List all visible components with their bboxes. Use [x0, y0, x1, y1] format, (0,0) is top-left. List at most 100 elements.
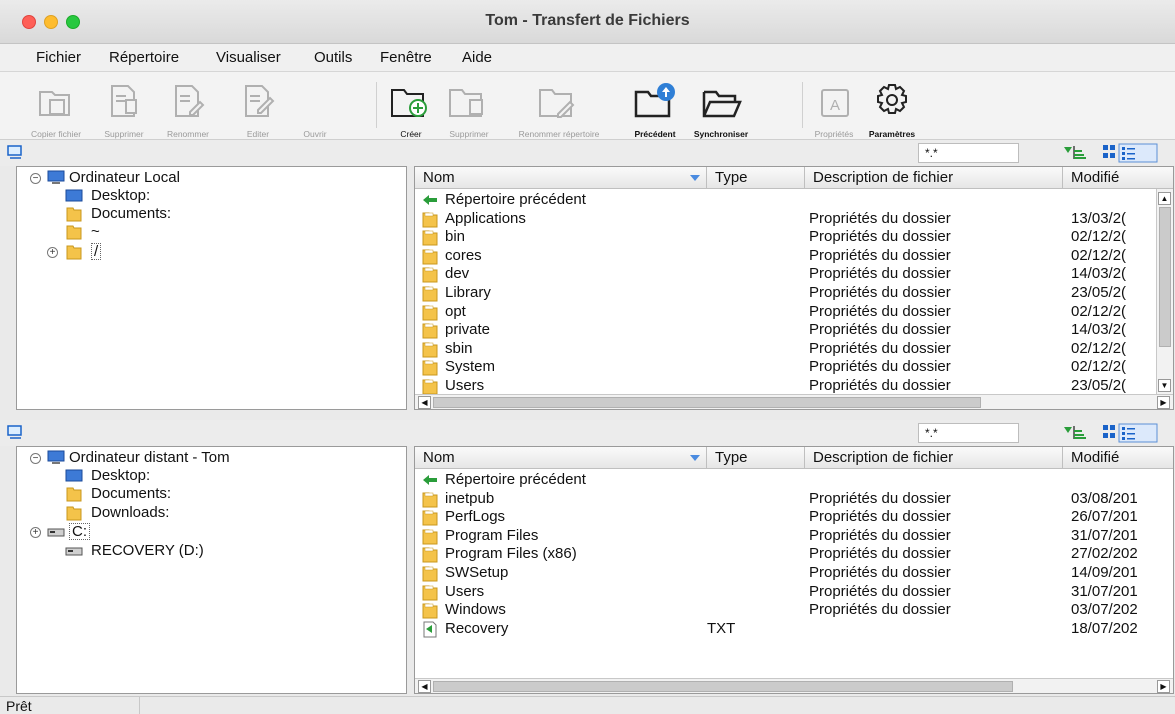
sort-tree-icon[interactable]: [1062, 423, 1088, 441]
file-modified: 03/07/202: [1071, 601, 1138, 619]
tree-item-desktop[interactable]: Desktop:: [17, 187, 397, 205]
file-description: Propriétés du dossier: [809, 358, 951, 376]
local-filter-input[interactable]: *.*: [918, 143, 1019, 163]
expand-icon[interactable]: +: [30, 527, 41, 538]
detail-view-icon[interactable]: [1118, 423, 1158, 443]
previous-folder-button[interactable]: Précédent: [632, 80, 678, 139]
icon-view-icon[interactable]: [1102, 423, 1116, 441]
col-header-type[interactable]: Type: [707, 447, 805, 469]
computer-icon: [47, 450, 65, 464]
tree-item-documents[interactable]: Documents:: [17, 205, 397, 223]
scroll-thumb[interactable]: [1159, 207, 1171, 347]
file-row[interactable]: cores Propriétés du dossier 02/12/2(: [415, 247, 1173, 266]
file-row[interactable]: inetpub Propriétés du dossier 03/08/201: [415, 490, 1173, 509]
tree-item-downloads[interactable]: Downloads:: [17, 504, 397, 522]
back-arrow-icon: [423, 195, 437, 205]
folder-icon: [422, 342, 438, 358]
file-name: Répertoire précédent: [445, 471, 586, 488]
delete-file-button[interactable]: Supprimer: [104, 80, 144, 139]
folder-icon: [422, 267, 438, 283]
folder-icon: [422, 566, 438, 582]
scroll-up-icon[interactable]: ▲: [1158, 192, 1171, 205]
scroll-thumb[interactable]: [433, 681, 1013, 692]
tree-item-documents[interactable]: Documents:: [17, 485, 397, 503]
file-description: Propriétés du dossier: [809, 601, 951, 619]
expand-icon[interactable]: +: [47, 247, 58, 258]
remote-horizontal-scrollbar[interactable]: ◀ ▶: [415, 678, 1173, 693]
icon-view-icon[interactable]: [1102, 143, 1116, 161]
edit-file-button[interactable]: Editer: [238, 80, 278, 139]
scroll-left-icon[interactable]: ◀: [418, 680, 431, 693]
window-title: Tom - Transfert de Fichiers: [485, 12, 690, 29]
collapse-icon[interactable]: −: [30, 453, 41, 464]
file-row[interactable]: System Propriétés du dossier 02/12/2(: [415, 358, 1173, 377]
file-row[interactable]: Users Propriétés du dossier 31/07/201: [415, 583, 1173, 602]
menu-repertoire[interactable]: Répertoire: [109, 49, 179, 66]
tree-root-local[interactable]: − Ordinateur Local: [17, 169, 397, 187]
file-row[interactable]: private Propriétés du dossier 14/03/2(: [415, 321, 1173, 340]
file-description: Propriétés du dossier: [809, 284, 951, 301]
tree-root-remote[interactable]: − Ordinateur distant - Tom: [17, 449, 397, 467]
folder-icon: [422, 547, 438, 563]
file-name: Applications: [445, 209, 526, 227]
tree-item-desktop[interactable]: Desktop:: [17, 467, 397, 485]
file-row[interactable]: sbin Propriétés du dossier 02/12/2(: [415, 340, 1173, 359]
scroll-thumb[interactable]: [433, 397, 981, 408]
tree-item-recovery-drive[interactable]: RECOVERY (D:): [17, 542, 397, 560]
rename-file-button[interactable]: Renommer: [167, 80, 209, 139]
file-row[interactable]: dev Propriétés du dossier 14/03/2(: [415, 265, 1173, 284]
status-bar: Prêt: [0, 696, 1175, 714]
col-header-modified[interactable]: Modifié: [1063, 447, 1173, 469]
file-row[interactable]: Windows Propriétés du dossier 03/07/202: [415, 601, 1173, 620]
file-row[interactable]: Recovery TXT 18/07/202: [415, 620, 1173, 639]
tree-item-drive-c[interactable]: + C:: [17, 523, 397, 541]
file-row[interactable]: Library Propriétés du dossier 23/05/2(: [415, 284, 1173, 303]
open-file-button[interactable]: Ouvrir: [300, 80, 330, 139]
properties-icon: A: [821, 89, 849, 117]
local-tree: − Ordinateur Local Desktop: Documents: ~: [16, 166, 407, 410]
file-row[interactable]: bin Propriétés du dossier 02/12/2(: [415, 228, 1173, 247]
properties-button[interactable]: A Propriétés: [814, 80, 854, 139]
local-horizontal-scrollbar[interactable]: ◀ ▶: [415, 394, 1173, 409]
file-name: cores: [445, 246, 482, 264]
tree-item-root[interactable]: + /: [17, 243, 397, 261]
collapse-icon[interactable]: −: [30, 173, 41, 184]
parent-directory-row[interactable]: Répertoire précédent: [415, 471, 1173, 490]
menu-aide[interactable]: Aide: [462, 49, 492, 66]
col-header-name[interactable]: Nom: [415, 167, 707, 189]
local-vertical-scrollbar[interactable]: ▲ ▼: [1156, 189, 1173, 395]
settings-button[interactable]: Paramètres: [869, 80, 915, 139]
scroll-left-icon[interactable]: ◀: [418, 396, 431, 409]
menu-fichier[interactable]: Fichier: [36, 49, 81, 66]
menu-outils[interactable]: Outils: [314, 49, 352, 66]
menu-fenetre[interactable]: Fenêtre: [380, 49, 432, 66]
rename-folder-button[interactable]: Renommer répertoire: [519, 80, 599, 139]
remote-filter-input[interactable]: *.*: [918, 423, 1019, 443]
col-header-type[interactable]: Type: [707, 167, 805, 189]
file-row[interactable]: opt Propriétés du dossier 02/12/2(: [415, 303, 1173, 322]
synchronize-button[interactable]: Synchroniser: [694, 80, 748, 139]
scroll-right-icon[interactable]: ▶: [1157, 396, 1170, 409]
copy-file-icon: [39, 91, 70, 116]
delete-folder-button[interactable]: Supprimer: [446, 80, 492, 139]
copy-file-button[interactable]: Copier fichier: [31, 80, 81, 139]
sort-tree-icon[interactable]: [1062, 143, 1088, 161]
menu-visualiser[interactable]: Visualiser: [216, 49, 281, 66]
file-row[interactable]: Program Files (x86) Propriétés du dossier…: [415, 545, 1173, 564]
tree-item-home[interactable]: ~: [17, 223, 397, 241]
col-header-description[interactable]: Description de fichier: [805, 447, 1063, 469]
col-header-modified[interactable]: Modifié: [1063, 167, 1173, 189]
file-description: Propriétés du dossier: [809, 246, 951, 264]
col-header-name[interactable]: Nom: [415, 447, 707, 469]
file-modified: 02/12/2(: [1071, 246, 1127, 264]
scroll-right-icon[interactable]: ▶: [1157, 680, 1170, 693]
file-row[interactable]: Program Files Propriétés du dossier 31/07/…: [415, 527, 1173, 546]
scroll-down-icon[interactable]: ▼: [1158, 379, 1171, 392]
parent-directory-row[interactable]: Répertoire précédent: [415, 191, 1173, 210]
col-header-description[interactable]: Description de fichier: [805, 167, 1063, 189]
file-row[interactable]: SWSetup Propriétés du dossier 14/09/201: [415, 564, 1173, 583]
detail-view-icon[interactable]: [1118, 143, 1158, 163]
file-row[interactable]: PerfLogs Propriétés du dossier 26/07/201: [415, 508, 1173, 527]
desktop-icon: [65, 469, 83, 482]
file-row[interactable]: Applications Propriétés du dossier 13/03/2…: [415, 210, 1173, 229]
